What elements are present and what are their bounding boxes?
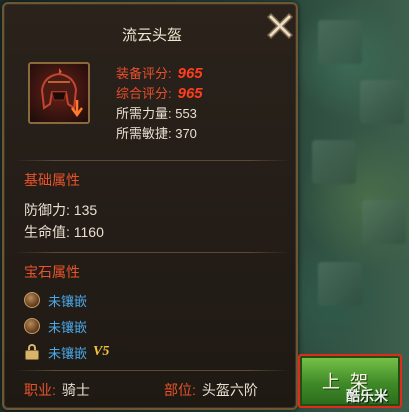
gem-slot-row[interactable]: 未镶嵌 [24, 316, 87, 336]
watermark-text: 酷乐米 [346, 388, 388, 404]
item-icon-frame[interactable] [28, 62, 90, 124]
overall-score-label: 综合评分: [116, 86, 172, 101]
gem-slot-row-locked[interactable]: 未镶嵌 V5 [24, 342, 109, 362]
item-tooltip-panel: 流云头盔 装备评分: 965 综合评分: 965 所需力量: 553 所需敏捷: 3… [2, 2, 298, 410]
background-tile [360, 80, 404, 124]
gem-slot-icon [24, 292, 40, 308]
lock-icon [24, 344, 40, 360]
overall-score-value: 965 [177, 85, 203, 102]
overall-score-row: 综合评分: 965 [116, 84, 203, 104]
item-stats: 装备评分: 965 综合评分: 965 所需力量: 553 所需敏捷: 370 [116, 64, 203, 144]
equip-score-label: 装备评分: [116, 66, 172, 81]
gem-slot-status: 未镶嵌 [48, 293, 88, 309]
gem-slot-row[interactable]: 未镶嵌 [24, 290, 87, 310]
close-x-icon [266, 12, 294, 40]
class-info: 职业: 骑士 [24, 380, 90, 400]
divider [14, 252, 290, 253]
slot-label: 部位: [164, 382, 196, 398]
item-name: 流云头盔 [121, 27, 182, 44]
close-button[interactable] [262, 8, 298, 44]
divider [14, 370, 290, 371]
gem-slot-status: 未镶嵌 [48, 319, 88, 335]
class-value: 骑士 [61, 382, 90, 398]
vip-requirement-badge: V5 [93, 344, 110, 359]
background-tile [318, 20, 362, 64]
gem-slot-status: 未镶嵌 [48, 345, 88, 361]
slot-info: 部位: 头盔六阶 [164, 380, 258, 400]
required-strength: 所需力量: 553 [116, 106, 197, 121]
hp-stat: 生命值: 1160 [24, 224, 104, 240]
equip-score-row: 装备评分: 965 [116, 64, 203, 84]
gem-attributes-title: 宝石属性 [24, 264, 80, 280]
divider [14, 160, 290, 161]
background-tile [362, 200, 406, 244]
equip-score-value: 965 [177, 65, 203, 82]
gem-slot-icon [24, 318, 40, 334]
background-tile [312, 140, 356, 184]
basic-attributes-title: 基础属性 [24, 172, 80, 188]
required-agility: 所需敏捷: 370 [116, 126, 197, 141]
slot-value: 头盔六阶 [201, 382, 258, 398]
class-label: 职业: [24, 382, 56, 398]
down-arrow-icon [70, 100, 84, 118]
background-tile [318, 262, 362, 306]
defense-stat: 防御力: 135 [24, 202, 98, 218]
